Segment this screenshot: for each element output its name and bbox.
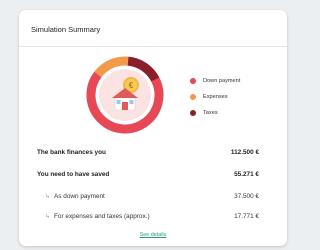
card-title: Simulation Summary: [31, 25, 101, 34]
sub-arrow-icon: ↳: [45, 214, 51, 220]
bank-finances-row: The bank finances you 112.500 €: [37, 149, 259, 156]
legend-dot: [190, 94, 196, 100]
need-saved-label: You need to have saved: [37, 171, 110, 178]
legend-dot: [190, 78, 196, 84]
need-saved-row: You need to have saved 55.271 €: [37, 171, 259, 178]
bank-finances-value: 112.500 €: [230, 149, 259, 156]
legend-label: Down payment: [203, 78, 241, 84]
down-payment-row: ↳ As down payment 37.500 €: [37, 193, 259, 200]
house-coin-icon: €: [99, 69, 151, 121]
chart-legend: Down payment Expenses Taxes: [190, 73, 240, 121]
simulation-summary-card: Simulation Summary € Down payment Expens…: [19, 10, 287, 246]
divider: [19, 46, 287, 47]
expenses-taxes-row: ↳ For expenses and taxes (approx.) 17.771…: [37, 213, 259, 220]
legend-label: Expenses: [203, 94, 228, 100]
see-details-link[interactable]: See details: [19, 232, 287, 238]
legend-item-down-payment: Down payment: [190, 73, 240, 89]
legend-label: Taxes: [203, 110, 218, 116]
legend-item-taxes: Taxes: [190, 105, 240, 121]
expenses-taxes-value: 17.771 €: [234, 213, 259, 220]
legend-item-expenses: Expenses: [190, 89, 240, 105]
down-payment-label: As down payment: [54, 193, 105, 200]
bank-finances-label: The bank finances you: [37, 149, 106, 156]
down-payment-value: 37.500 €: [234, 193, 259, 200]
legend-dot: [190, 110, 196, 116]
sub-arrow-icon: ↳: [45, 194, 51, 200]
need-saved-value: 55.271 €: [234, 171, 259, 178]
expenses-taxes-label: For expenses and taxes (approx.): [54, 213, 150, 220]
svg-text:€: €: [129, 81, 134, 90]
donut-chart: €: [86, 56, 164, 134]
